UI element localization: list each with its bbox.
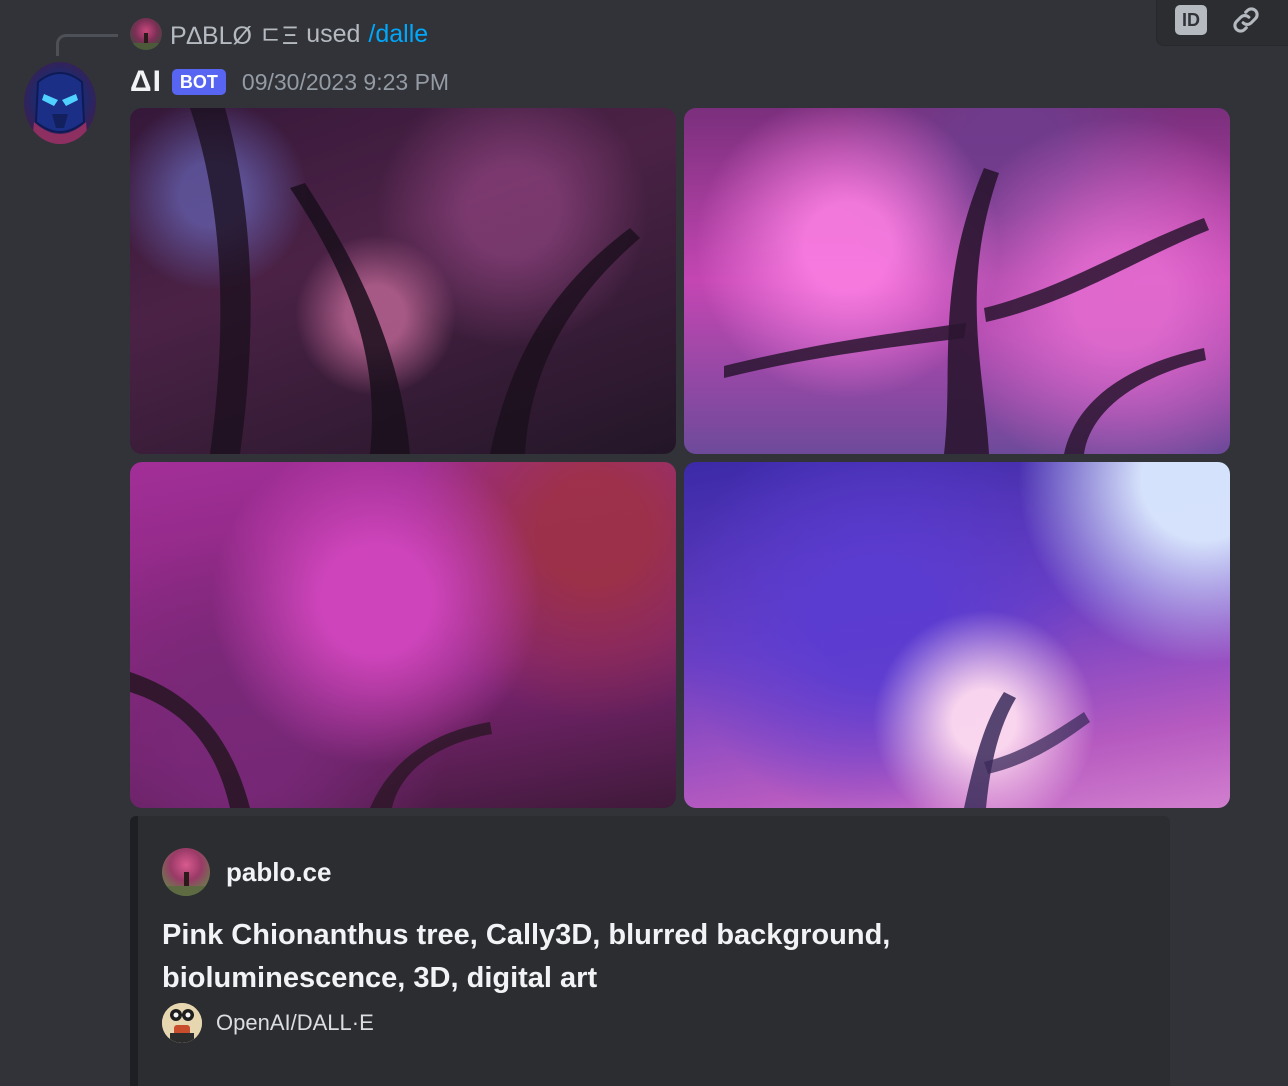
command-reference[interactable]: P∆BLØ ㄷΞ used /dalle xyxy=(130,16,428,52)
image-grid xyxy=(130,108,1230,808)
message-timestamp[interactable]: 09/30/2023 9:23 PM xyxy=(242,69,449,96)
command-name[interactable]: /dalle xyxy=(368,20,428,49)
command-used-text: used xyxy=(306,19,361,48)
link-icon[interactable] xyxy=(1229,3,1263,37)
command-user-name[interactable]: P∆BLØ ㄷΞ xyxy=(170,16,298,52)
embed-description: Pink Chionanthus tree, Cally3D, blurred … xyxy=(162,919,891,994)
embed-footer-text: OpenAI/DALL·E xyxy=(216,1010,374,1035)
embed-author-name[interactable]: pablo.ce xyxy=(226,857,331,888)
copy-id-button[interactable]: ID xyxy=(1175,5,1207,35)
generated-image-2[interactable] xyxy=(684,108,1230,454)
robot-helmet-icon xyxy=(32,72,88,144)
openai-avatar-icon xyxy=(162,1003,202,1043)
message-header: ΔI BOT 09/30/2023 9:23 PM xyxy=(130,64,449,100)
embed-footer: OpenAI/DALL·E xyxy=(162,1002,374,1044)
message-toolbar: ID xyxy=(1156,0,1288,46)
generated-image-1[interactable] xyxy=(130,108,676,454)
command-user-avatar[interactable] xyxy=(130,18,162,50)
reply-spine xyxy=(56,34,118,56)
bot-avatar[interactable] xyxy=(24,62,96,144)
chat-message: P∆BLØ ㄷΞ used /dalle ID ΔI BOT 09/30/202… xyxy=(0,0,1288,1086)
bot-badge: BOT xyxy=(171,69,226,95)
author-name[interactable]: ΔI xyxy=(130,65,162,99)
embed-author: pablo.ce xyxy=(162,848,331,896)
generated-image-3[interactable] xyxy=(130,462,676,808)
embed-author-avatar[interactable] xyxy=(162,848,210,896)
embed-card: pablo.ce Pink Chionanthus tree, Cally3D,… xyxy=(130,816,1170,1086)
generated-image-4[interactable] xyxy=(684,462,1230,808)
